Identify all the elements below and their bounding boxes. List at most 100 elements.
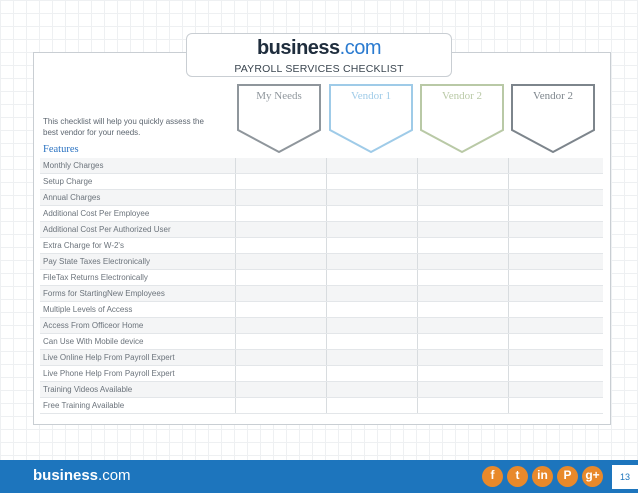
- checklist-cell[interactable]: [417, 366, 509, 381]
- checklist-cell[interactable]: [326, 190, 418, 205]
- checklist-cell[interactable]: [417, 270, 509, 285]
- checklist-cell[interactable]: [508, 398, 604, 413]
- checklist-cell[interactable]: [235, 382, 327, 397]
- intro-text: This checklist will help you quickly ass…: [43, 117, 204, 137]
- checklist-cell[interactable]: [508, 174, 604, 189]
- checklist-cell[interactable]: [235, 334, 327, 349]
- checklist-cell[interactable]: [235, 174, 327, 189]
- checklist-cell[interactable]: [417, 382, 509, 397]
- checklist-cell[interactable]: [417, 174, 509, 189]
- checklist-cell[interactable]: [326, 222, 418, 237]
- social-glyph: t: [515, 468, 520, 482]
- table-row: Pay State Taxes Electronically: [40, 254, 603, 270]
- table-row: Training Videos Available: [40, 382, 603, 398]
- feature-label: Live Online Help From Payroll Expert: [43, 353, 175, 362]
- checklist-cell[interactable]: [508, 286, 604, 301]
- checklist-cell[interactable]: [326, 270, 418, 285]
- checklist-cell[interactable]: [235, 398, 327, 413]
- checklist-cell[interactable]: [326, 334, 418, 349]
- business-logo: business.com: [187, 37, 451, 60]
- checklist-cell[interactable]: [417, 398, 509, 413]
- checklist-cell[interactable]: [417, 222, 509, 237]
- checklist-cell[interactable]: [417, 302, 509, 317]
- checklist-cell[interactable]: [235, 318, 327, 333]
- table-row: Setup Charge: [40, 174, 603, 190]
- checklist-cell[interactable]: [417, 158, 509, 173]
- table-row: FileTax Returns Electronically: [40, 270, 603, 286]
- social-glyph: g+: [585, 468, 600, 482]
- feature-label: Can Use With Mobile device: [43, 337, 144, 346]
- checklist-cell[interactable]: [508, 366, 604, 381]
- checklist-cell[interactable]: [326, 302, 418, 317]
- checklist-cell[interactable]: [235, 270, 327, 285]
- checklist-cell[interactable]: [508, 318, 604, 333]
- checklist-cell[interactable]: [417, 334, 509, 349]
- checklist-cell[interactable]: [326, 238, 418, 253]
- column-label: Vendor 2: [532, 90, 574, 102]
- table-row: Forms for StartingNew Employees: [40, 286, 603, 302]
- checklist-cell[interactable]: [508, 350, 604, 365]
- checklist-cell[interactable]: [235, 190, 327, 205]
- checklist-cell[interactable]: [326, 382, 418, 397]
- checklist-cell[interactable]: [326, 254, 418, 269]
- footer-bar: business.com f t in Pg+: [0, 460, 638, 493]
- column-label: Vendor 1: [350, 90, 392, 102]
- checklist-cell[interactable]: [326, 350, 418, 365]
- checklist-cell[interactable]: [235, 222, 327, 237]
- checklist-cell[interactable]: [326, 158, 418, 173]
- column-header-4: Vendor 2: [511, 84, 595, 154]
- feature-label: Extra Charge for W-2's: [43, 241, 124, 250]
- checklist-cell[interactable]: [326, 318, 418, 333]
- checklist-cell[interactable]: [326, 174, 418, 189]
- checklist-cell[interactable]: [417, 206, 509, 221]
- checklist-cell[interactable]: [417, 190, 509, 205]
- checklist-cell[interactable]: [326, 398, 418, 413]
- checklist-cell[interactable]: [235, 158, 327, 173]
- checklist-cell[interactable]: [326, 286, 418, 301]
- facebook-icon[interactable]: f: [482, 466, 503, 487]
- footer-logo-main: business: [33, 467, 99, 484]
- checklist-cell[interactable]: [508, 302, 604, 317]
- footer-logo[interactable]: business.com: [33, 467, 131, 484]
- checklist-cell[interactable]: [235, 350, 327, 365]
- checklist-cell[interactable]: [417, 350, 509, 365]
- checklist-cell[interactable]: [508, 270, 604, 285]
- checklist-cell[interactable]: [508, 382, 604, 397]
- feature-label: Forms for StartingNew Employees: [43, 289, 165, 298]
- column-label: Vendor 2: [441, 90, 483, 102]
- checklist-cell[interactable]: [417, 286, 509, 301]
- checklist-cell[interactable]: [235, 286, 327, 301]
- footer-logo-suffix: .com: [98, 467, 131, 484]
- google-plus-icon[interactable]: g+: [582, 466, 603, 487]
- page-number: 13: [612, 465, 638, 489]
- checklist-cell[interactable]: [326, 206, 418, 221]
- column-header-2: Vendor 1: [329, 84, 413, 154]
- checklist-cell[interactable]: [417, 318, 509, 333]
- table-row: Live Phone Help From Payroll Expert: [40, 366, 603, 382]
- linkedin-icon[interactable]: in: [532, 466, 553, 487]
- checklist-cell[interactable]: [508, 158, 604, 173]
- checklist-cell[interactable]: [508, 206, 604, 221]
- social-glyph: f: [490, 468, 495, 482]
- checklist-cell[interactable]: [235, 206, 327, 221]
- checklist-cell[interactable]: [235, 254, 327, 269]
- twitter-icon[interactable]: t: [507, 466, 528, 487]
- feature-label: Monthly Charges: [43, 161, 104, 170]
- column-header-1: My Needs: [237, 84, 321, 154]
- checklist-cell[interactable]: [235, 366, 327, 381]
- page-title: PAYROLL SERVICES CHECKLIST: [234, 63, 404, 75]
- checklist-cell[interactable]: [326, 366, 418, 381]
- checklist-cell[interactable]: [235, 302, 327, 317]
- checklist-cell[interactable]: [508, 254, 604, 269]
- table-row: Extra Charge for W-2's: [40, 238, 603, 254]
- checklist-cell[interactable]: [508, 190, 604, 205]
- table-row: Access From Officeor Home: [40, 318, 603, 334]
- checklist-cell[interactable]: [508, 238, 604, 253]
- checklist-cell[interactable]: [417, 238, 509, 253]
- checklist-cell[interactable]: [508, 222, 604, 237]
- checklist-cell[interactable]: [508, 334, 604, 349]
- social-glyph: P: [563, 468, 572, 482]
- checklist-cell[interactable]: [235, 238, 327, 253]
- checklist-cell[interactable]: [417, 254, 509, 269]
- pinterest-icon[interactable]: P: [557, 466, 578, 487]
